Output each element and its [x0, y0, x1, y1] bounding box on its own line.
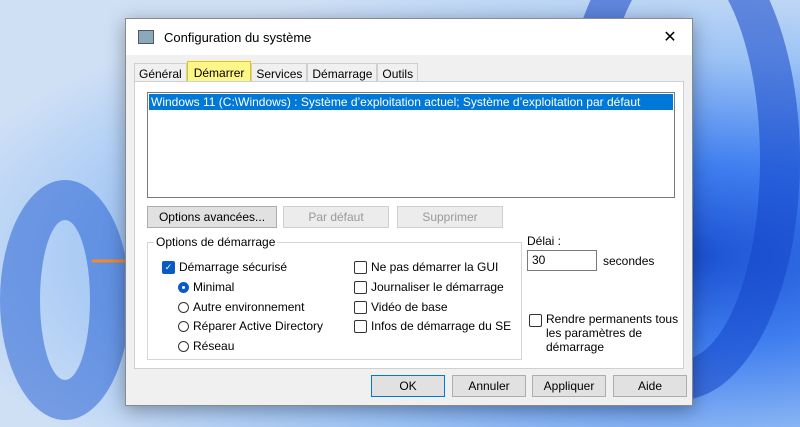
- checkbox-icon: [354, 319, 367, 333]
- apply-button[interactable]: Appliquer: [532, 375, 606, 397]
- checkbox-icon: [354, 300, 367, 314]
- os-info-checkbox[interactable]: Infos de démarrage du SE: [354, 319, 511, 333]
- alternate-shell-label: Autre environnement: [193, 300, 305, 314]
- system-configuration-dialog: Configuration du système ✕ Général Démar…: [125, 18, 693, 406]
- boot-options-group: Options de démarrage ✓ Démarrage sécurisé…: [147, 235, 522, 360]
- safe-boot-checkbox[interactable]: ✓ Démarrage sécurisé: [162, 260, 287, 274]
- wallpaper-swirl: [0, 180, 130, 420]
- boot-panel: Windows 11 (C:\Windows) : Système d’expl…: [134, 81, 684, 369]
- checkbox-icon: [354, 280, 367, 294]
- minimal-label: Minimal: [193, 280, 235, 294]
- check-icon: ✓: [162, 260, 175, 274]
- ok-button[interactable]: OK: [371, 375, 445, 397]
- safe-boot-label: Démarrage sécurisé: [179, 260, 288, 274]
- set-default-button[interactable]: Par défaut: [283, 206, 389, 228]
- base-video-label: Vidéo de base: [371, 300, 448, 314]
- timeout-label: Délai :: [527, 234, 562, 248]
- base-video-checkbox[interactable]: Vidéo de base: [354, 300, 448, 314]
- ad-repair-label: Réparer Active Directory: [193, 319, 324, 333]
- timeout-unit: secondes: [603, 254, 655, 268]
- boot-log-checkbox[interactable]: Journaliser le démarrage: [354, 280, 504, 294]
- ad-repair-radio[interactable]: Réparer Active Directory: [178, 319, 323, 333]
- network-label: Réseau: [193, 339, 235, 353]
- msconfig-icon: [138, 30, 154, 44]
- no-gui-label: Ne pas démarrer la GUI: [371, 260, 499, 274]
- radio-icon: [178, 301, 189, 313]
- boot-options-legend: Options de démarrage: [154, 235, 278, 249]
- minimal-radio[interactable]: Minimal: [178, 280, 234, 294]
- delete-button[interactable]: Supprimer: [397, 206, 503, 228]
- close-button[interactable]: ✕: [648, 19, 692, 55]
- cancel-button[interactable]: Annuler: [452, 375, 526, 397]
- window-title: Configuration du système: [164, 29, 312, 45]
- boot-entry[interactable]: Windows 11 (C:\Windows) : Système d’expl…: [149, 94, 673, 110]
- os-info-label: Infos de démarrage du SE: [371, 319, 512, 333]
- timeout-input[interactable]: 30: [527, 250, 597, 271]
- title-bar: Configuration du système ✕: [126, 19, 692, 55]
- radio-icon: [178, 340, 189, 352]
- make-permanent-checkbox[interactable]: Rendre permanents tous les paramètres de…: [529, 312, 679, 354]
- alternate-shell-radio[interactable]: Autre environnement: [178, 300, 304, 314]
- network-radio[interactable]: Réseau: [178, 339, 234, 353]
- make-permanent-label: Rendre permanents tous les paramètres de…: [546, 312, 679, 354]
- no-gui-checkbox[interactable]: Ne pas démarrer la GUI: [354, 260, 498, 274]
- advanced-options-button[interactable]: Options avancées...: [147, 206, 277, 228]
- boot-log-label: Journaliser le démarrage: [371, 280, 504, 294]
- checkbox-icon: [354, 260, 367, 274]
- boot-entry-list[interactable]: Windows 11 (C:\Windows) : Système d’expl…: [147, 92, 675, 198]
- radio-icon: [178, 320, 189, 332]
- help-button[interactable]: Aide: [613, 375, 687, 397]
- radio-selected-icon: [178, 281, 189, 293]
- checkbox-icon: [529, 314, 542, 327]
